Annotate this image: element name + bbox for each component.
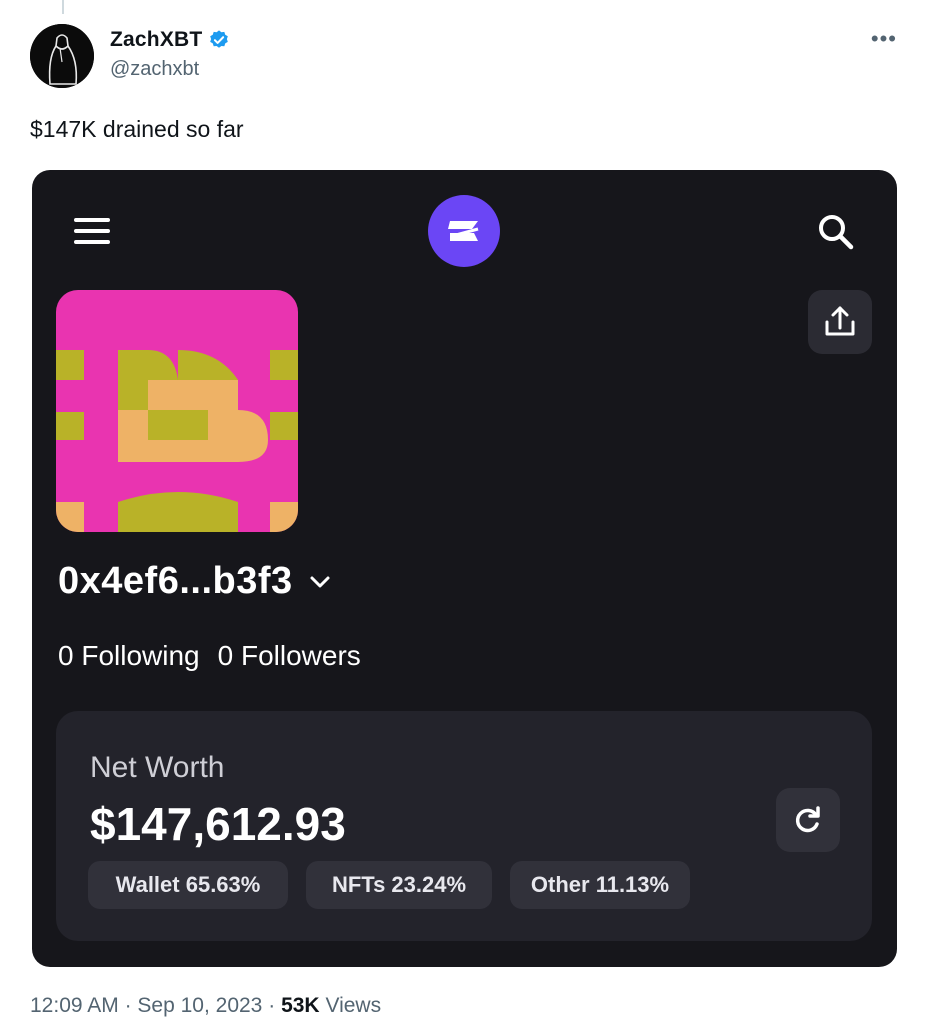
meta-separator: · (124, 994, 132, 1017)
following-count[interactable]: 0 Following (58, 640, 200, 672)
search-icon[interactable] (816, 212, 856, 252)
refresh-button[interactable] (776, 788, 840, 852)
wallet-address-dropdown[interactable]: 0x4ef6...b3f3 (58, 560, 333, 603)
wallet-address: 0x4ef6...b3f3 (58, 560, 293, 602)
avatar-figure-icon (30, 24, 94, 88)
verified-badge-icon[interactable] (208, 29, 230, 51)
author-display-name[interactable]: ZachXBT (110, 28, 202, 52)
follow-stats: 0 Following 0 Followers (58, 640, 361, 672)
chevron-down-icon (310, 576, 330, 587)
net-worth-value: $147,612.93 (90, 798, 346, 850)
share-icon (825, 306, 855, 336)
other-share-chip[interactable]: Other 11.13% (510, 861, 690, 909)
thread-connector-line (62, 0, 64, 14)
refresh-icon (795, 806, 820, 833)
wallet-share-chip[interactable]: Wallet 65.63% (88, 861, 288, 909)
share-button[interactable] (808, 290, 872, 354)
net-worth-card: Net Worth $147,612.93 Wallet 65.63% NFTs… (56, 711, 872, 941)
meta-separator: · (268, 994, 276, 1017)
tweet-date[interactable]: Sep 10, 2023 (137, 994, 262, 1017)
tweet-meta: 12:09 AM · Sep 10, 2023 · 53K Views (30, 994, 381, 1018)
views-count: 53K (281, 994, 320, 1017)
menu-icon[interactable] (74, 218, 110, 244)
author-info: ZachXBT @zachxbt (110, 28, 230, 81)
tweet-time[interactable]: 12:09 AM (30, 994, 119, 1017)
followers-count[interactable]: 0 Followers (218, 640, 361, 672)
views-label: Views (325, 994, 382, 1017)
tweet-media-screenshot[interactable]: 0x4ef6...b3f3 0 Following 0 Followers Ne… (32, 170, 897, 967)
nfts-share-chip[interactable]: NFTs 23.24% (306, 861, 492, 909)
more-options-icon[interactable]: ••• (871, 26, 897, 52)
author-handle[interactable]: @zachxbt (110, 58, 230, 81)
tweet-text: $147K drained so far (30, 116, 244, 142)
net-worth-label: Net Worth (90, 751, 225, 784)
author-avatar[interactable] (30, 24, 94, 88)
brand-logo-icon[interactable] (428, 195, 500, 267)
profile-nft-avatar[interactable] (56, 290, 298, 532)
